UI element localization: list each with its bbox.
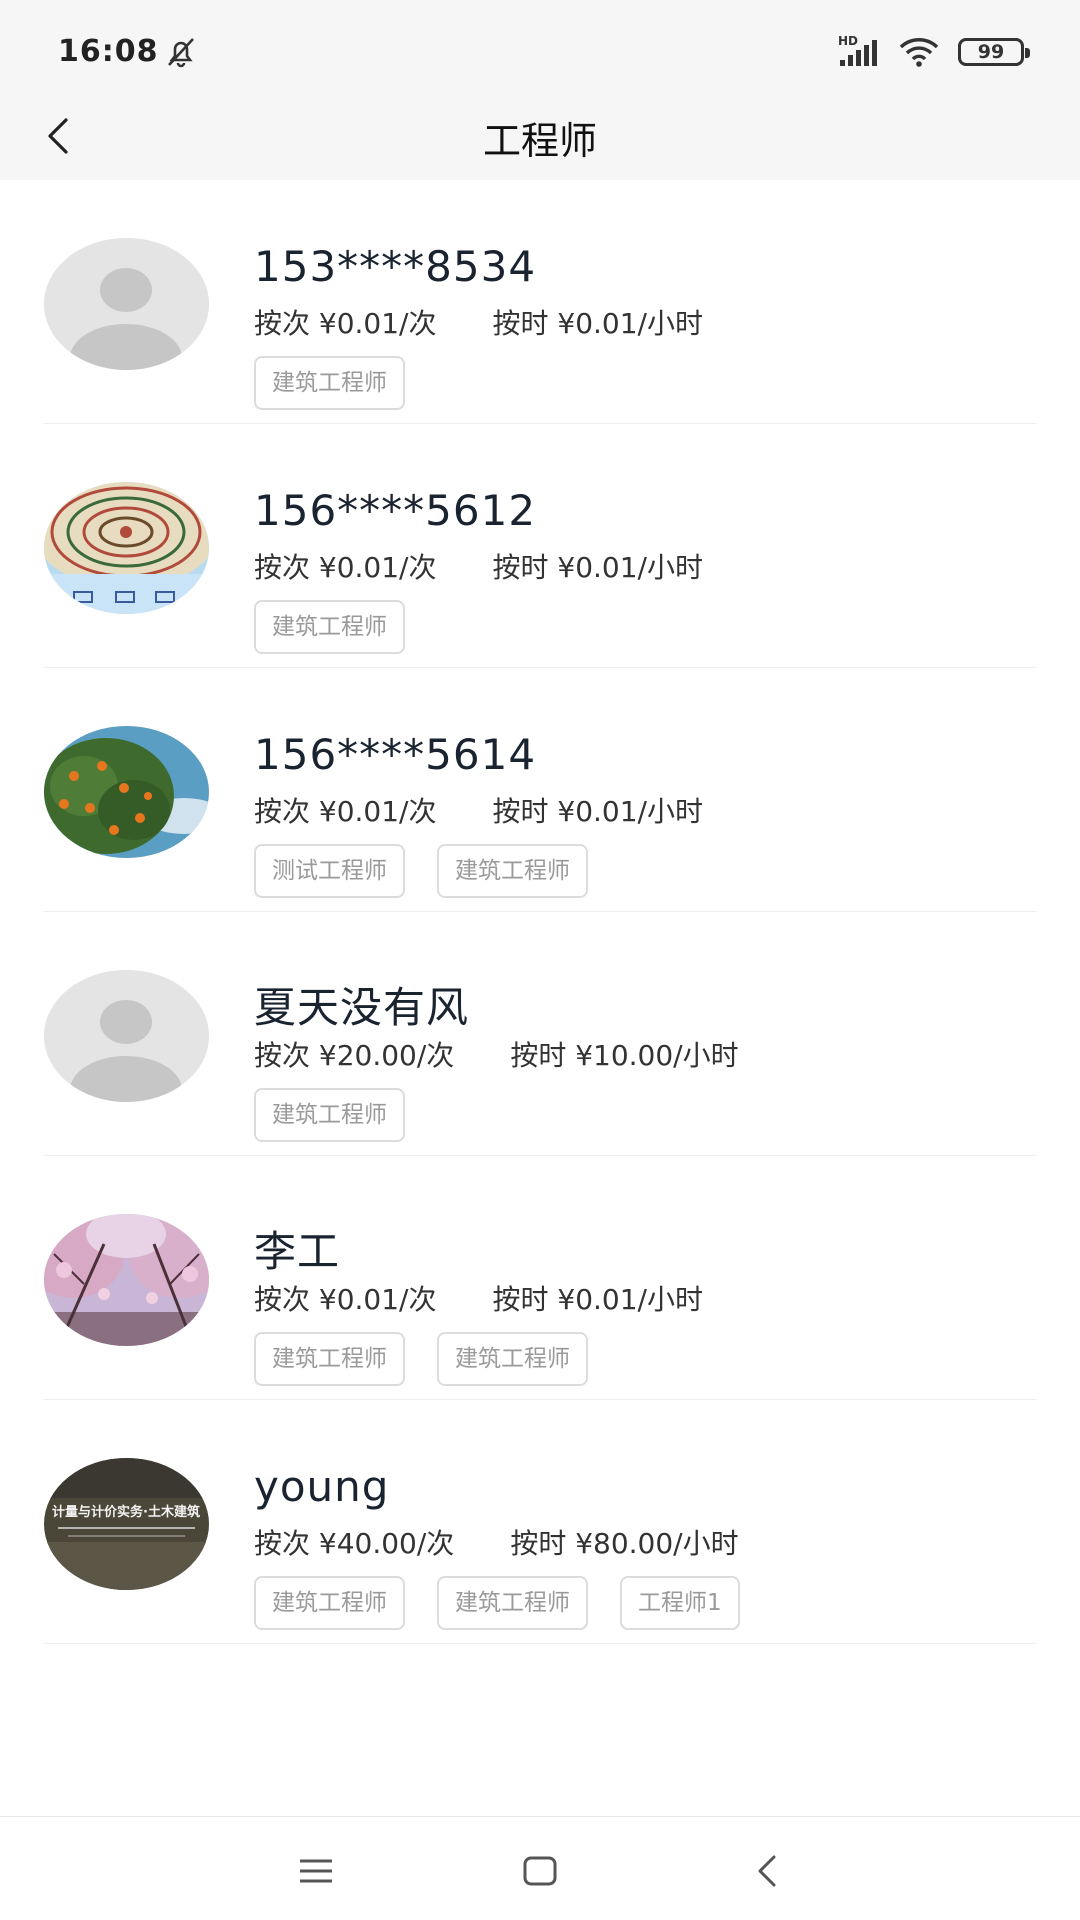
price-row: 按次 ¥20.00/次 按时 ¥10.00/小时 — [254, 1034, 739, 1074]
back-triangle-icon — [758, 1855, 776, 1887]
engineer-list-item[interactable]: 156****5614 按次 ¥0.01/次 按时 ¥0.01/小时 测试工程师… — [44, 668, 1036, 912]
menu-button[interactable] — [292, 1847, 340, 1895]
tag-list: 建筑工程师 建筑工程师 — [254, 1332, 588, 1386]
engineer-name: 夏天没有风 — [254, 983, 470, 1032]
default-avatar-icon — [44, 970, 209, 1102]
status-bar: 16:08 HD 99 — [0, 0, 1080, 100]
skill-tag: 建筑工程师 — [437, 844, 588, 898]
skill-tag: 建筑工程师 — [437, 1576, 588, 1630]
avatar — [44, 1214, 209, 1346]
engineer-list-item[interactable]: 夏天没有风 按次 ¥20.00/次 按时 ¥10.00/小时 建筑工程师 — [44, 912, 1036, 1156]
wifi-icon — [898, 36, 940, 68]
skill-tag: 建筑工程师 — [254, 1088, 405, 1142]
home-square-icon — [523, 1856, 557, 1886]
nav-back-button[interactable] — [744, 1847, 792, 1895]
engineer-list-item[interactable]: 156****5612 按次 ¥0.01/次 按时 ¥0.01/小时 建筑工程师 — [44, 424, 1036, 668]
cherry-blossom-photo — [44, 1214, 209, 1346]
skill-tag: 建筑工程师 — [254, 1332, 405, 1386]
price-per-hour: 按时 ¥80.00/小时 — [510, 1527, 739, 1560]
skill-tag: 建筑工程师 — [254, 600, 405, 654]
avatar — [44, 238, 209, 370]
engineer-name: 156****5612 — [254, 486, 537, 535]
engineer-name: 156****5614 — [254, 730, 537, 779]
default-avatar-icon — [44, 238, 209, 370]
skill-tag: 工程师1 — [620, 1576, 740, 1630]
price-per-time: 按次 ¥0.01/次 — [254, 551, 437, 584]
price-per-hour: 按时 ¥0.01/小时 — [492, 307, 704, 340]
system-nav-bar — [0, 1816, 1080, 1920]
status-icons: HD 99 — [838, 34, 1030, 70]
menu-icon — [300, 1859, 332, 1883]
engineer-name: 李工 — [254, 1227, 341, 1276]
price-per-hour: 按时 ¥0.01/小时 — [492, 551, 704, 584]
price-row: 按次 ¥40.00/次 按时 ¥80.00/小时 — [254, 1522, 739, 1562]
price-per-hour: 按时 ¥0.01/小时 — [492, 1283, 704, 1316]
avatar-cover-text: 计量与计价实务·土木建筑 — [52, 1504, 200, 1520]
status-time: 16:08 — [58, 34, 159, 69]
engineer-list-item[interactable]: 153****8534 按次 ¥0.01/次 按时 ¥0.01/小时 建筑工程师 — [44, 180, 1036, 424]
home-button[interactable] — [516, 1847, 564, 1895]
bell-off-icon — [163, 34, 199, 70]
signal-icon: HD — [838, 34, 880, 68]
tag-list: 建筑工程师 — [254, 600, 405, 654]
engineer-name: 153****8534 — [254, 242, 537, 291]
price-per-time: 按次 ¥0.01/次 — [254, 307, 437, 340]
tag-list: 建筑工程师 — [254, 1088, 405, 1142]
orange-tree-photo — [44, 726, 209, 858]
price-per-time: 按次 ¥0.01/次 — [254, 1283, 437, 1316]
skill-tag: 测试工程师 — [254, 844, 405, 898]
battery-indicator: 99 — [958, 38, 1030, 66]
app-bar: 工程师 — [0, 100, 1080, 180]
engineer-list-item[interactable]: 计量与计价实务·土木建筑 young 按次 ¥40.00/次 按时 ¥80.00… — [44, 1400, 1036, 1644]
price-row: 按次 ¥0.01/次 按时 ¥0.01/小时 — [254, 790, 703, 830]
book-cover-photo: 计量与计价实务·土木建筑 — [44, 1458, 209, 1590]
skill-tag: 建筑工程师 — [254, 356, 405, 410]
compass-chart-photo — [44, 482, 209, 614]
tag-list: 建筑工程师 建筑工程师 工程师1 — [254, 1576, 740, 1630]
tag-list: 测试工程师 建筑工程师 — [254, 844, 588, 898]
battery-level: 99 — [977, 41, 1005, 63]
avatar — [44, 970, 209, 1102]
engineer-list: 153****8534 按次 ¥0.01/次 按时 ¥0.01/小时 建筑工程师 — [0, 180, 1080, 1644]
price-per-hour: 按时 ¥0.01/小时 — [492, 795, 704, 828]
price-per-time: 按次 ¥40.00/次 — [254, 1527, 455, 1560]
avatar: 计量与计价实务·土木建筑 — [44, 1458, 209, 1590]
avatar — [44, 482, 209, 614]
tag-list: 建筑工程师 — [254, 356, 405, 410]
skill-tag: 建筑工程师 — [437, 1332, 588, 1386]
page-title: 工程师 — [482, 119, 597, 163]
skill-tag: 建筑工程师 — [254, 1576, 405, 1630]
price-row: 按次 ¥0.01/次 按时 ¥0.01/小时 — [254, 302, 703, 342]
engineer-list-item[interactable]: 李工 按次 ¥0.01/次 按时 ¥0.01/小时 建筑工程师 建筑工程师 — [44, 1156, 1036, 1400]
price-per-time: 按次 ¥0.01/次 — [254, 795, 437, 828]
price-per-time: 按次 ¥20.00/次 — [254, 1039, 455, 1072]
engineer-name: young — [254, 1462, 390, 1511]
price-row: 按次 ¥0.01/次 按时 ¥0.01/小时 — [254, 546, 703, 586]
avatar — [44, 726, 209, 858]
price-per-hour: 按时 ¥10.00/小时 — [510, 1039, 739, 1072]
price-row: 按次 ¥0.01/次 按时 ¥0.01/小时 — [254, 1278, 703, 1318]
